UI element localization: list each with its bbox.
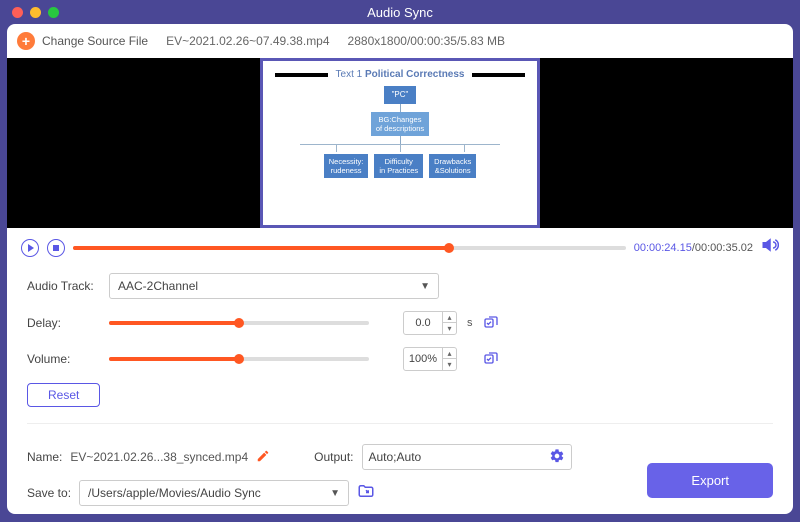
volume-spinner[interactable]: 100% ▴ ▾ — [403, 347, 457, 371]
gear-icon[interactable] — [549, 448, 565, 467]
export-button[interactable]: Export — [647, 463, 773, 498]
plus-icon: + — [17, 32, 35, 50]
video-preview[interactable]: Text 1 Political Correctness "PC" BG:Cha… — [7, 58, 793, 228]
time-display: 00:00:24.15/00:00:35.02 — [634, 242, 753, 254]
output-label: Output: — [314, 450, 353, 464]
chevron-down-icon: ▼ — [420, 281, 430, 292]
volume-slider-knob[interactable] — [234, 354, 244, 364]
diagram-box-drawbacks: Drawbacks &Solutions — [429, 154, 476, 178]
stop-icon — [53, 245, 59, 251]
diagram-box-bg: BG:Changes of descriptions — [371, 112, 429, 136]
delay-label: Delay: — [27, 316, 99, 330]
time-current: 00:00:24.15 — [634, 242, 692, 254]
volume-label: Volume: — [27, 352, 99, 366]
open-folder-icon[interactable] — [357, 482, 375, 504]
delay-step-up[interactable]: ▴ — [443, 312, 456, 323]
volume-icon[interactable] — [761, 236, 779, 259]
output-format-value: Auto;Auto — [369, 450, 422, 464]
video-thumbnail: Text 1 Political Correctness "PC" BG:Cha… — [260, 58, 540, 228]
player-bar: 00:00:24.15/00:00:35.02 — [7, 228, 793, 267]
delay-slider-knob[interactable] — [234, 318, 244, 328]
delay-value: 0.0 — [404, 317, 442, 329]
audio-track-value: AAC-2Channel — [118, 279, 198, 293]
delay-apply-all-icon[interactable] — [483, 315, 499, 331]
diagram-box-necessity: Necessity: rudeness — [324, 154, 369, 178]
app-title: Audio Sync — [0, 5, 800, 20]
stop-button[interactable] — [47, 239, 65, 257]
volume-slider[interactable] — [109, 357, 369, 361]
reset-button[interactable]: Reset — [27, 383, 100, 407]
saveto-label: Save to: — [27, 486, 71, 500]
edit-name-icon[interactable] — [256, 449, 270, 466]
time-total: /00:00:35.02 — [692, 242, 753, 254]
thumb-heading: Text 1 Political Correctness — [336, 69, 465, 80]
output-format-box[interactable]: Auto;Auto — [362, 444, 572, 470]
source-fileinfo: 2880x1800/00:00:35/5.83 MB — [348, 34, 505, 48]
volume-step-up[interactable]: ▴ — [443, 348, 456, 359]
header-row: + Change Source File EV~2021.02.26~07.49… — [7, 24, 793, 58]
progress-knob[interactable] — [444, 243, 454, 253]
audio-track-label: Audio Track: — [27, 279, 99, 293]
main-panel: + Change Source File EV~2021.02.26~07.49… — [7, 24, 793, 514]
audio-track-select[interactable]: AAC-2Channel ▼ — [109, 273, 439, 299]
change-source-label: Change Source File — [42, 34, 148, 48]
delay-step-down[interactable]: ▾ — [443, 323, 456, 334]
volume-apply-all-icon[interactable] — [483, 351, 499, 367]
saveto-path: /Users/apple/Movies/Audio Sync — [88, 486, 261, 500]
delay-slider[interactable] — [109, 321, 369, 325]
volume-step-down[interactable]: ▾ — [443, 359, 456, 370]
titlebar: Audio Sync — [0, 0, 800, 24]
diagram-box-difficulty: Difficulty in Practices — [374, 154, 423, 178]
play-button[interactable] — [21, 239, 39, 257]
delay-unit: s — [467, 317, 473, 329]
source-filename: EV~2021.02.26~07.49.38.mp4 — [166, 34, 329, 48]
progress-slider[interactable] — [73, 246, 626, 250]
controls: Audio Track: AAC-2Channel ▼ Delay: 0.0 ▴… — [7, 267, 793, 438]
name-label: Name: — [27, 450, 62, 464]
output-name-value: EV~2021.02.26...38_synced.mp4 — [70, 450, 248, 464]
divider — [27, 423, 773, 424]
play-icon — [28, 244, 34, 252]
chevron-down-icon: ▼ — [330, 488, 340, 499]
change-source-button[interactable]: + Change Source File — [17, 32, 148, 50]
diagram-box-pc: "PC" — [384, 86, 417, 104]
saveto-select[interactable]: /Users/apple/Movies/Audio Sync ▼ — [79, 480, 349, 506]
volume-value: 100% — [404, 353, 442, 365]
delay-spinner[interactable]: 0.0 ▴ ▾ — [403, 311, 457, 335]
